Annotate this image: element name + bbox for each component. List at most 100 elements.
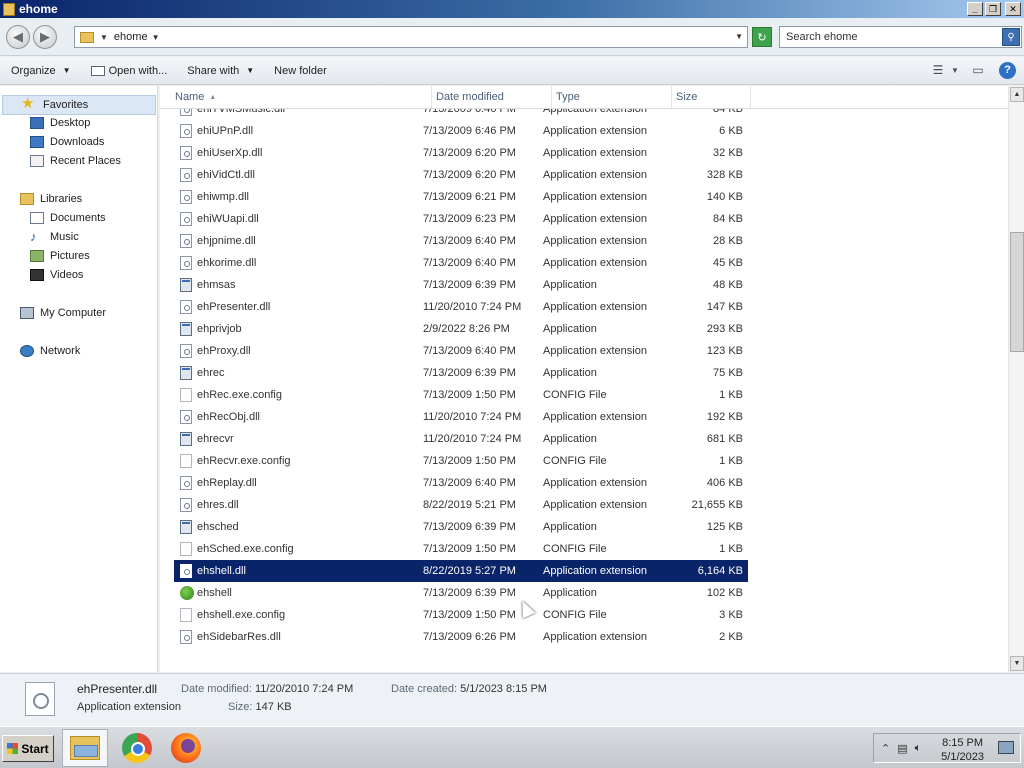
nav-recent-places[interactable]: Recent Places <box>30 155 121 167</box>
dll-file-icon <box>180 564 192 578</box>
taskbar-chrome[interactable] <box>114 729 160 767</box>
organize-label: Organize <box>11 64 56 77</box>
nav-music[interactable]: ♪ Music <box>30 230 79 243</box>
file-row[interactable]: ehiWUapi.dll 7/13/2009 6:23 PM Application… <box>174 208 748 230</box>
file-size: 2 KB <box>719 631 743 643</box>
chevron-down-icon: ▼ <box>62 66 71 75</box>
close-button[interactable]: ✕ <box>1005 2 1021 16</box>
vertical-scrollbar[interactable]: ▲ ▼ <box>1008 86 1024 672</box>
taskbar-explorer[interactable] <box>62 729 108 767</box>
address-box[interactable]: ▼ ehome ▼ ▼ <box>74 26 748 48</box>
file-row[interactable]: ehrecvr 11/20/2010 7:24 PM Application 681 … <box>174 428 748 450</box>
file-date: 7/13/2009 6:40 PM <box>423 345 516 357</box>
file-row[interactable]: ehshell.dll 8/22/2019 5:27 PM Application … <box>174 560 748 582</box>
refresh-button[interactable]: ↻ <box>752 27 772 47</box>
file-row[interactable]: ehProxy.dll 7/13/2009 6:40 PM Application … <box>174 340 748 362</box>
file-name: ehiwmp.dll <box>197 191 249 203</box>
network-tray-icon[interactable]: ▤ <box>897 742 907 755</box>
file-row[interactable]: ehSched.exe.config 7/13/2009 1:50 PM CONFI… <box>174 538 748 560</box>
maximize-button[interactable]: ❐ <box>985 2 1001 16</box>
file-row[interactable]: ehRecObj.dll 11/20/2010 7:24 PM Applicatio… <box>174 406 748 428</box>
breadcrumb-dropdown-icon[interactable]: ▼ <box>152 33 160 42</box>
details-size: Size: 147 KB <box>228 701 292 713</box>
search-input[interactable]: Search ehome ⚲ <box>779 26 1022 48</box>
column-header-name[interactable]: Name ▲ <box>160 86 432 108</box>
start-button[interactable]: Start <box>2 735 54 762</box>
address-history-dropdown-icon[interactable]: ▼ <box>735 32 743 41</box>
back-button[interactable]: ◀ <box>6 25 30 49</box>
column-header-size[interactable]: Size <box>672 86 751 108</box>
file-size: 125 KB <box>706 521 743 533</box>
file-row[interactable]: ehPresenter.dll 11/20/2010 7:24 PM Applica… <box>174 296 748 318</box>
column-header-date[interactable]: Date modified <box>432 86 552 108</box>
file-row[interactable]: ehres.dll 8/22/2019 5:21 PM Application ex… <box>174 494 748 516</box>
nav-label: Network <box>40 345 81 357</box>
nav-desktop[interactable]: Desktop <box>30 117 90 129</box>
scroll-up-icon[interactable]: ▲ <box>1010 87 1024 102</box>
scroll-thumb[interactable] <box>1010 232 1024 352</box>
file-rows: ehiTVMSMusic.dll 7/13/2009 6:46 PM Applica… <box>174 98 748 648</box>
file-row[interactable]: ehmsas 7/13/2009 6:39 PM Application 48 KB <box>174 274 748 296</box>
file-row[interactable]: ehshell.exe.config 7/13/2009 1:50 PM CONFI… <box>174 604 748 626</box>
nav-pictures[interactable]: Pictures <box>30 250 90 262</box>
help-icon[interactable]: ? <box>999 61 1016 79</box>
nav-downloads[interactable]: Downloads <box>30 136 104 148</box>
file-type: Application extension <box>543 169 647 181</box>
breadcrumb-ehome[interactable]: ehome <box>114 31 148 43</box>
application-icon <box>180 278 192 292</box>
open-with-button[interactable]: Open with... <box>80 60 177 82</box>
volume-icon[interactable]: 🔈︎ <box>915 742 922 755</box>
nav-network[interactable]: Network <box>20 345 80 357</box>
details-file-name: ehPresenter.dll <box>77 682 158 696</box>
nav-libraries[interactable]: Libraries <box>20 193 82 205</box>
file-row[interactable]: ehSidebarRes.dll 7/13/2009 6:26 PM Applica… <box>174 626 748 648</box>
file-size: 28 KB <box>713 235 743 247</box>
breadcrumb-chevron-icon[interactable]: ▼ <box>100 33 108 42</box>
nav-documents[interactable]: Documents <box>30 212 106 224</box>
file-row[interactable]: ehiUPnP.dll 7/13/2009 6:46 PM Application … <box>174 120 748 142</box>
libraries-icon <box>20 193 34 205</box>
file-name: ehSched.exe.config <box>197 543 294 555</box>
nav-favorites[interactable]: ★ Favorites <box>2 95 156 115</box>
clock[interactable]: 8:15 PM 5/1/2023 <box>941 736 984 764</box>
view-options-icon[interactable]: ☰ <box>927 60 949 80</box>
show-desktop-icon[interactable] <box>998 741 1014 754</box>
file-row[interactable]: ehReplay.dll 7/13/2009 6:40 PM Application… <box>174 472 748 494</box>
preview-pane-icon[interactable]: ▭ <box>967 60 989 80</box>
scroll-down-icon[interactable]: ▼ <box>1010 656 1024 671</box>
file-name: ehmsas <box>197 279 236 291</box>
details-value: 11/20/2010 7:24 PM <box>255 683 354 695</box>
share-with-button[interactable]: Share with ▼ <box>176 60 263 82</box>
forward-button[interactable]: ▶ <box>33 25 57 49</box>
network-icon <box>20 345 34 357</box>
documents-icon <box>30 212 44 224</box>
file-row[interactable]: ehiVidCtl.dll 7/13/2009 6:20 PM Applicatio… <box>174 164 748 186</box>
organize-button[interactable]: Organize ▼ <box>0 60 80 82</box>
file-row[interactable]: ehshell 7/13/2009 6:39 PM Application 102 K… <box>174 582 748 604</box>
navigation-pane: ★ Favorites Desktop Downloads Recent Pla… <box>0 86 158 672</box>
taskbar-firefox[interactable] <box>163 729 209 767</box>
nav-videos[interactable]: Videos <box>30 269 83 281</box>
file-row[interactable]: ehsched 7/13/2009 6:39 PM Application 125 K… <box>174 516 748 538</box>
search-icon[interactable]: ⚲ <box>1002 28 1020 46</box>
minimize-button[interactable]: _ <box>967 2 983 16</box>
nav-my-computer[interactable]: My Computer <box>20 307 106 319</box>
file-row[interactable]: ehiwmp.dll 7/13/2009 6:21 PM Application e… <box>174 186 748 208</box>
file-date: 7/13/2009 6:39 PM <box>423 279 516 291</box>
view-dropdown-icon[interactable]: ▼ <box>949 60 961 80</box>
file-row[interactable]: ehprivjob 2/9/2022 8:26 PM Application 293 … <box>174 318 748 340</box>
file-type: Application extension <box>543 345 647 357</box>
file-date: 7/13/2009 1:50 PM <box>423 543 516 555</box>
file-date: 7/13/2009 6:20 PM <box>423 169 516 181</box>
file-size: 75 KB <box>713 367 743 379</box>
file-name: ehiUserXp.dll <box>197 147 263 159</box>
new-folder-button[interactable]: New folder <box>263 60 336 82</box>
file-row[interactable]: ehRecvr.exe.config 7/13/2009 1:50 PM CONFI… <box>174 450 748 472</box>
show-hidden-icons-icon[interactable]: ⌃ <box>881 742 890 755</box>
file-row[interactable]: ehjpnime.dll 7/13/2009 6:40 PM Application… <box>174 230 748 252</box>
column-header-type[interactable]: Type <box>552 86 672 108</box>
file-row[interactable]: ehrec 7/13/2009 6:39 PM Application 75 KB <box>174 362 748 384</box>
file-row[interactable]: ehiUserXp.dll 7/13/2009 6:20 PM Applicatio… <box>174 142 748 164</box>
file-row[interactable]: ehkorime.dll 7/13/2009 6:40 PM Application… <box>174 252 748 274</box>
file-row[interactable]: ehRec.exe.config 7/13/2009 1:50 PM CONFIG … <box>174 384 748 406</box>
